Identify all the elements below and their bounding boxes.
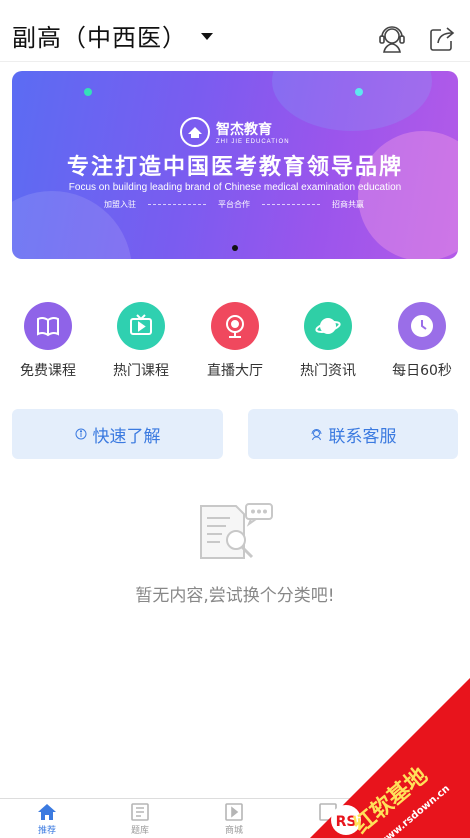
tab-recommend[interactable]: 推荐 <box>17 802 77 836</box>
book-icon <box>24 302 72 350</box>
category-label: 直播大厅 <box>207 363 263 379</box>
category-daily-60s[interactable]: 每日60秒 <box>382 302 462 380</box>
empty-document-icon <box>196 500 276 569</box>
brand-name: 智杰教育 <box>216 122 272 138</box>
category-label: 每日60秒 <box>392 363 452 379</box>
decorative-dot <box>84 88 92 96</box>
banner-tag: 平台合作 <box>218 200 250 209</box>
clock-icon <box>398 302 446 350</box>
category-live-hall[interactable]: 直播大厅 <box>195 302 275 380</box>
tab-question-bank[interactable]: 题库 <box>110 802 170 836</box>
banner-tags: 加盟入驻 平台合作 招商共赢 <box>104 199 364 210</box>
category-hot-news[interactable]: 热门资讯 <box>288 302 368 380</box>
brand-logo-icon <box>180 117 210 147</box>
quick-learn-label: 快速了解 <box>92 426 161 447</box>
watermark-logo: RS 红软基地 www.rsdown.cn <box>290 678 470 838</box>
page-title: 副高（中西医） <box>12 24 187 52</box>
headset-icon <box>310 428 323 441</box>
video-shop-icon <box>204 802 264 822</box>
banner-slogan-en: Focus on building leading brand of Chine… <box>68 182 402 193</box>
category-grid: 免费课程 热门课程 直播大厅 热门资讯 每日60秒 <box>0 302 470 382</box>
question-bank-icon <box>110 802 170 822</box>
carousel-indicator[interactable] <box>232 245 238 251</box>
tv-play-icon <box>117 302 165 350</box>
contact-service-button[interactable]: 联系客服 <box>248 409 458 459</box>
tab-label: 推荐 <box>37 826 56 836</box>
category-selector[interactable]: 副高（中西医） <box>12 18 213 53</box>
banner-tag: 招商共赢 <box>332 200 364 209</box>
divider <box>148 204 206 205</box>
support-icon[interactable] <box>375 22 409 56</box>
category-hot-courses[interactable]: 热门课程 <box>101 302 181 380</box>
decorative-dot <box>355 88 363 96</box>
home-icon <box>17 802 77 822</box>
banner-tag: 加盟入驻 <box>104 200 136 209</box>
promo-banner[interactable]: 智杰教育 ZHI JIE EDUCATION 专注打造中国医考教育领导品牌 Fo… <box>12 71 458 259</box>
category-free-courses[interactable]: 免费课程 <box>8 302 88 380</box>
webcam-icon <box>211 302 259 350</box>
planet-icon <box>304 302 352 350</box>
tab-label: 商城 <box>224 826 243 836</box>
brand-lockup: 智杰教育 ZHI JIE EDUCATION <box>180 117 290 147</box>
contact-service-label: 联系客服 <box>328 426 397 447</box>
empty-state-message: 暂无内容,尝试换个分类吧! <box>135 586 335 606</box>
chevron-down-icon <box>201 33 213 40</box>
category-label: 热门课程 <box>113 363 169 379</box>
tab-label: 题库 <box>130 826 149 836</box>
tab-shop[interactable]: 商城 <box>204 802 264 836</box>
brand-subtitle: ZHI JIE EDUCATION <box>216 139 290 145</box>
divider <box>262 204 320 205</box>
banner-slogan: 专注打造中国医考教育领导品牌 <box>66 155 403 180</box>
app-header: 副高（中西医） <box>0 0 470 62</box>
info-icon <box>75 428 87 440</box>
category-label: 免费课程 <box>20 363 76 379</box>
category-label: 热门资讯 <box>300 363 356 379</box>
quick-learn-button[interactable]: 快速了解 <box>12 409 223 459</box>
share-icon[interactable] <box>425 22 459 56</box>
decorative-circle <box>272 71 432 131</box>
